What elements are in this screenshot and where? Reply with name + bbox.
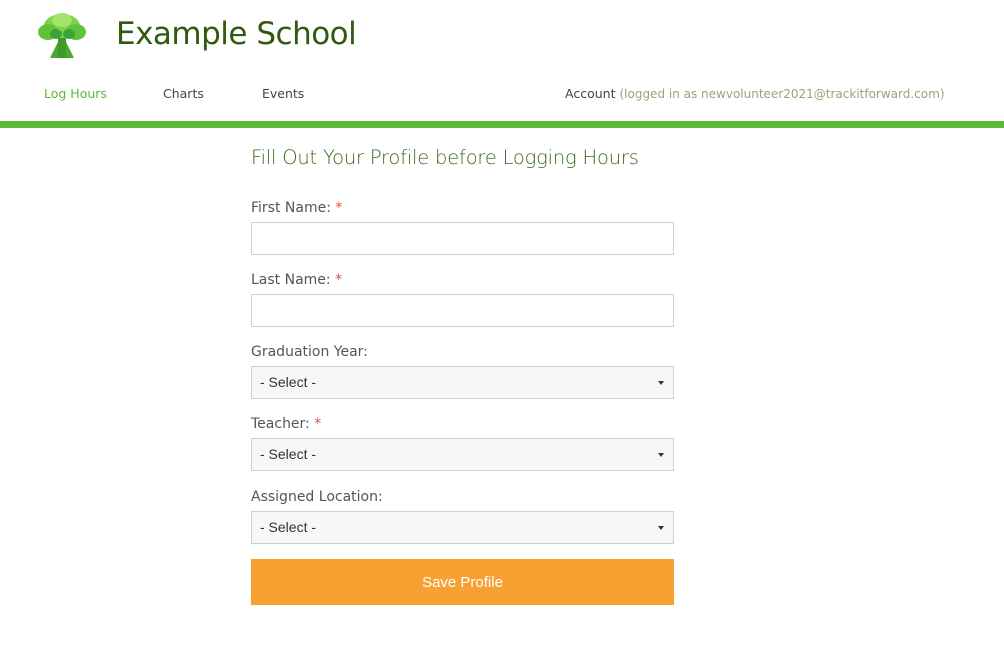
assigned-location-selected: - Select - [260, 519, 317, 535]
teacher-selected: - Select - [260, 446, 317, 462]
site-header: Example School Log Hours Charts Events A… [0, 0, 1004, 121]
last-name-field: Last Name: * [251, 272, 674, 327]
teacher-label: Teacher: * [251, 416, 322, 432]
save-profile-button[interactable]: Save Profile [251, 559, 674, 605]
required-marker: * [335, 272, 343, 288]
header-divider [0, 121, 1004, 128]
teacher-select[interactable]: - Select - [251, 438, 674, 471]
last-name-input[interactable] [251, 294, 674, 327]
account-link[interactable]: Account [565, 86, 615, 101]
first-name-field: First Name: * [251, 200, 674, 255]
teacher-field: Teacher: * - Select - [251, 416, 674, 471]
graduation-year-field: Graduation Year: - Select - [251, 344, 674, 399]
site-title[interactable]: Example School [116, 16, 357, 52]
account-area: Account (logged in as newvolunteer2021@t… [565, 86, 945, 101]
assigned-location-label: Assigned Location: [251, 489, 383, 505]
assigned-location-field: Assigned Location: - Select - [251, 489, 674, 544]
nav-events[interactable]: Events [262, 86, 304, 101]
assigned-location-select[interactable]: - Select - [251, 511, 674, 544]
graduation-year-selected: - Select - [260, 374, 317, 390]
tree-logo-icon[interactable] [36, 12, 88, 58]
first-name-label: First Name: * [251, 200, 343, 216]
form-title: Fill Out Your Profile before Logging Hou… [251, 146, 639, 169]
required-marker: * [314, 416, 322, 432]
chevron-down-icon [658, 381, 664, 385]
graduation-year-select[interactable]: - Select - [251, 366, 674, 399]
nav-log-hours[interactable]: Log Hours [44, 86, 107, 101]
first-name-input[interactable] [251, 222, 674, 255]
chevron-down-icon [658, 453, 664, 457]
chevron-down-icon [658, 526, 664, 530]
nav-charts[interactable]: Charts [163, 86, 204, 101]
profile-form: Fill Out Your Profile before Logging Hou… [251, 146, 674, 605]
required-marker: * [335, 200, 343, 216]
last-name-label: Last Name: * [251, 272, 343, 288]
graduation-year-label: Graduation Year: [251, 344, 368, 360]
logged-in-text: (logged in as newvolunteer2021@trackitfo… [619, 87, 945, 101]
